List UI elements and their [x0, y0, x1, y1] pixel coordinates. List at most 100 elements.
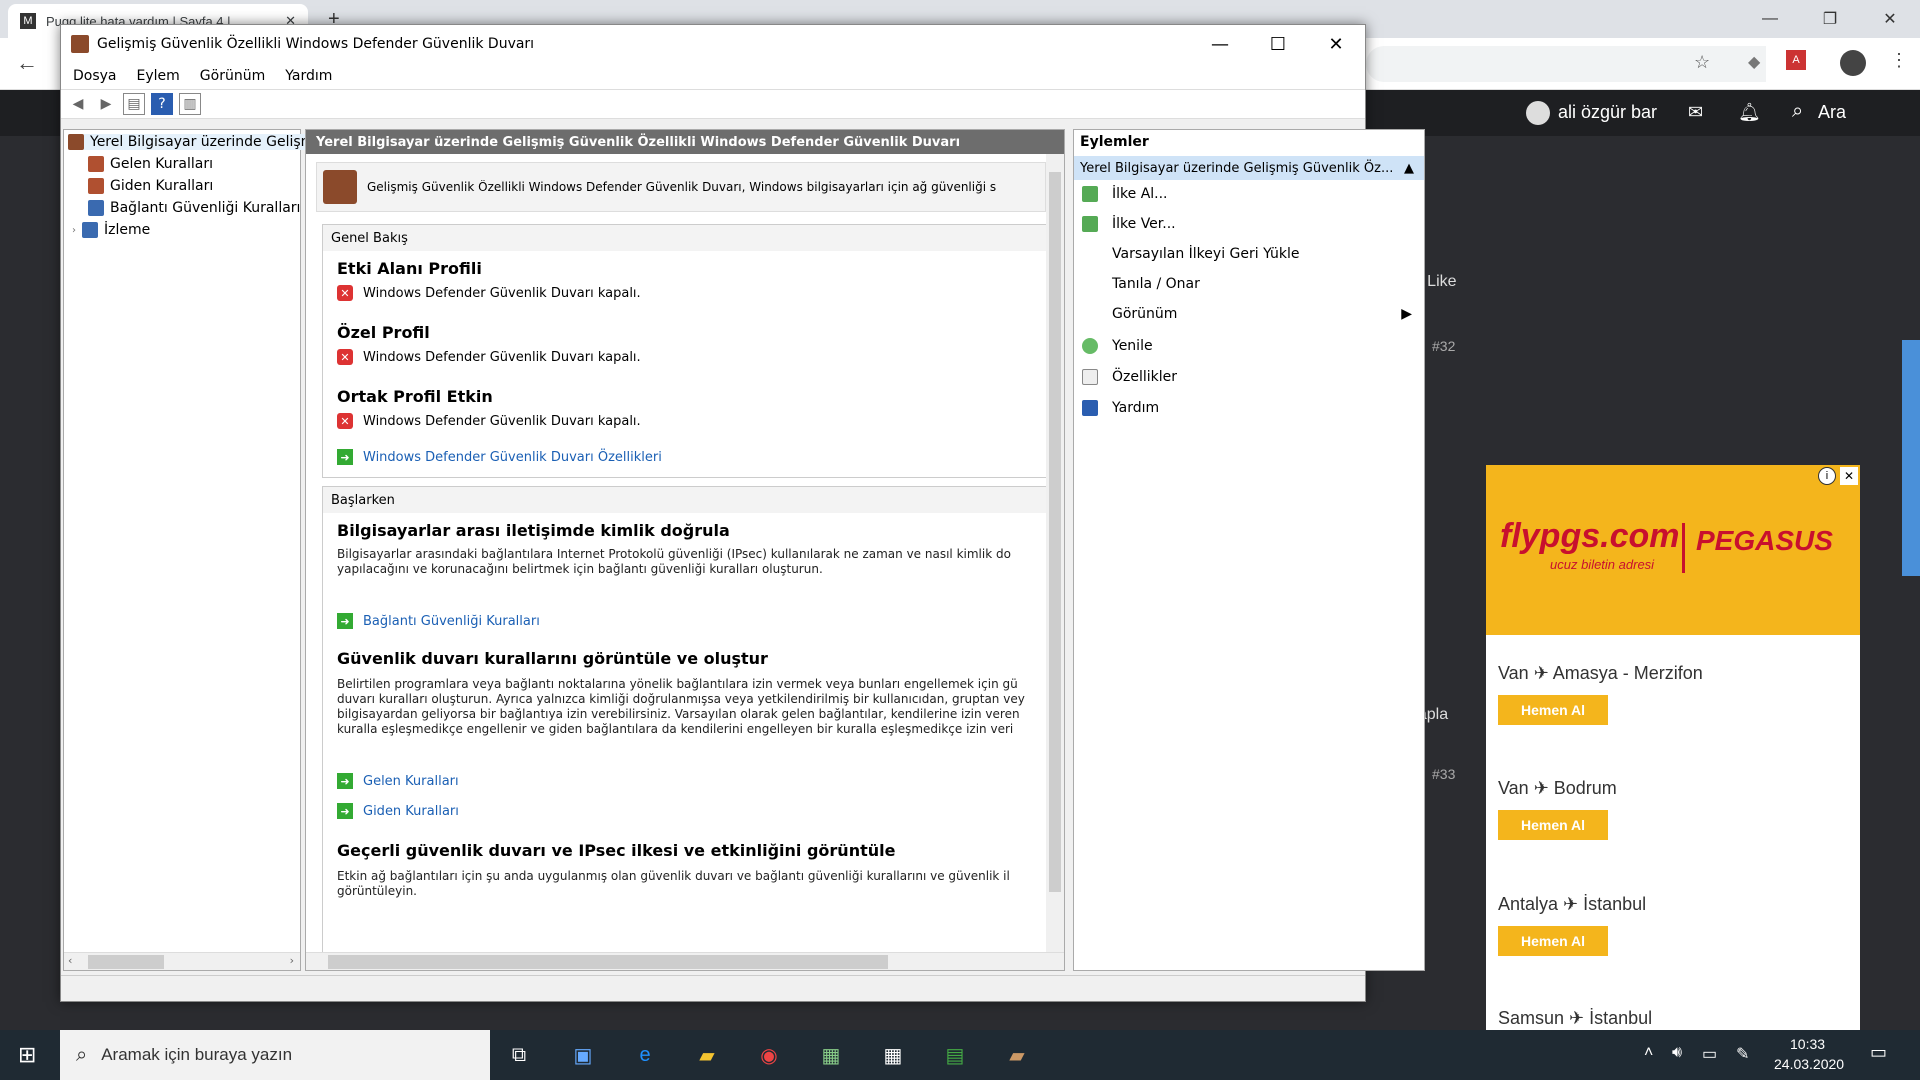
edge-icon[interactable]: e: [628, 1038, 662, 1072]
ad-buy-button[interactable]: Hemen Al: [1498, 810, 1608, 840]
profile-status: ✕ Windows Defender Güvenlik Duvarı kapal…: [337, 285, 641, 301]
pdf-extension-icon[interactable]: A: [1786, 50, 1806, 70]
mail-icon[interactable]: ✉: [1688, 102, 1703, 123]
menu-view[interactable]: Görünüm: [200, 68, 265, 84]
status-bar: [61, 975, 1365, 1001]
minimize-icon[interactable]: —: [1740, 0, 1800, 38]
maximize-icon[interactable]: ❐: [1800, 0, 1860, 38]
like-label: Like: [1427, 273, 1457, 290]
task-view-icon[interactable]: ⧉: [502, 1038, 536, 1072]
user-avatar[interactable]: [1526, 101, 1550, 125]
taskbar-search[interactable]: ⌕ Aramak için buraya yazın: [60, 1030, 490, 1080]
site-favicon-icon: M: [20, 13, 36, 29]
actions-pane: Eylemler Yerel Bilgisayar üzerinde Geliş…: [1073, 129, 1425, 971]
details-header: Yerel Bilgisayar üzerinde Gelişmiş Güven…: [306, 130, 1064, 154]
page-scrollbar[interactable]: [1902, 340, 1920, 576]
tree-item-inbound[interactable]: Gelen Kuralları: [88, 156, 213, 172]
search-label[interactable]: Ara: [1818, 102, 1846, 123]
scroll-left-icon[interactable]: ‹: [68, 954, 72, 967]
tray-chevron-icon[interactable]: ˄: [1644, 1044, 1653, 1062]
tree-root[interactable]: Yerel Bilgisayar üzerinde Gelişm: [68, 134, 315, 150]
ad-banner[interactable]: i ✕ flypgs.com PEGASUS ucuz biletin adre…: [1486, 465, 1860, 635]
actions-title: Eylemler: [1080, 134, 1149, 150]
maximize-icon[interactable]: ☐: [1249, 25, 1307, 63]
file-explorer-icon[interactable]: ▰: [690, 1038, 724, 1072]
user-name[interactable]: ali özgür bar: [1558, 102, 1657, 123]
extension-icon[interactable]: ◆: [1748, 52, 1760, 72]
action-restore-default[interactable]: Varsayılan İlkeyi Geri Yükle: [1082, 246, 1300, 262]
bookmark-star-icon[interactable]: ☆: [1694, 52, 1710, 73]
menu-file[interactable]: Dosya: [73, 68, 117, 84]
action-diagnose-repair[interactable]: Tanıla / Onar: [1082, 276, 1200, 292]
chrome-icon[interactable]: ◉: [752, 1038, 786, 1072]
collapse-icon[interactable]: ▲: [1404, 161, 1414, 176]
action-pane-icon[interactable]: ▥: [179, 93, 201, 115]
tree-item-outbound[interactable]: Giden Kuralları: [88, 178, 213, 194]
notification-icon[interactable]: ▭: [1870, 1042, 1887, 1063]
battery-icon[interactable]: ▭: [1702, 1044, 1717, 1064]
windows-start-icon[interactable]: ⊞: [18, 1042, 36, 1068]
properties-link[interactable]: ➜ Windows Defender Güvenlik Duvarı Özell…: [337, 449, 662, 465]
ad-info-icon[interactable]: i: [1818, 467, 1836, 485]
console-tree-icon[interactable]: ▤: [123, 93, 145, 115]
action-refresh[interactable]: Yenile: [1082, 338, 1153, 354]
action-export-policy[interactable]: İlke Ver...: [1082, 216, 1176, 232]
menu-help[interactable]: Yardım: [285, 68, 332, 84]
refresh-icon: [1082, 338, 1098, 354]
window-controls: — ☐ ✕: [1191, 25, 1365, 63]
search-placeholder: Aramak için buraya yazın: [101, 1045, 293, 1064]
scroll-thumb[interactable]: [328, 955, 888, 969]
clock-time[interactable]: 10:33: [1790, 1036, 1825, 1052]
expand-chevron-icon[interactable]: ›: [72, 225, 76, 236]
close-icon[interactable]: ✕: [1307, 25, 1365, 63]
action-help[interactable]: Yardım: [1082, 400, 1159, 416]
actions-group-header[interactable]: Yerel Bilgisayar üzerinde Gelişmiş Güven…: [1074, 156, 1424, 180]
taskbar: ⊞ ⌕ Aramak için buraya yazın ⧉ ▣ e ▰ ◉ ▦…: [0, 1030, 1920, 1080]
scroll-right-icon[interactable]: ›: [290, 954, 294, 967]
app-icon[interactable]: ▣: [566, 1038, 600, 1072]
volume-icon[interactable]: 🔊︎: [1672, 1044, 1682, 1062]
action-view[interactable]: Görünüm ▶: [1082, 306, 1412, 322]
tree-item-monitoring[interactable]: › İzleme: [72, 222, 150, 238]
back-arrow-icon[interactable]: ◀: [67, 93, 89, 115]
outbound-rules-link[interactable]: ➜ Giden Kuralları: [337, 803, 459, 819]
app-icon[interactable]: ▦: [814, 1038, 848, 1072]
forward-arrow-icon[interactable]: ▶: [95, 93, 117, 115]
tree-hscrollbar[interactable]: ‹ ›: [64, 952, 300, 970]
tree-item-connection-security[interactable]: Bağlantı Güvenliği Kuralları: [88, 200, 300, 216]
details-vscrollbar[interactable]: [1046, 154, 1064, 952]
firewall-window: Gelişmiş Güvenlik Özellikli Windows Defe…: [60, 24, 1425, 1002]
scroll-thumb[interactable]: [1049, 172, 1061, 892]
ad-close-icon[interactable]: ✕: [1840, 467, 1858, 485]
firewall-taskbar-icon[interactable]: ▰: [1000, 1038, 1034, 1072]
menu-action[interactable]: Eylem: [137, 68, 180, 84]
app-icon[interactable]: ▤: [938, 1038, 972, 1072]
firewall-large-icon: [323, 170, 357, 204]
details-hscrollbar[interactable]: [306, 952, 1064, 970]
chrome-menu-icon[interactable]: ⋮: [1890, 50, 1908, 71]
error-shield-icon: ✕: [337, 349, 353, 365]
calculator-icon[interactable]: ▦: [876, 1038, 910, 1072]
advertisement[interactable]: i ✕ flypgs.com PEGASUS ucuz biletin adre…: [1486, 465, 1860, 1030]
console-tree: Yerel Bilgisayar üzerinde Gelişm Gelen K…: [63, 129, 315, 971]
overview-section: Genel Bakış Etki Alanı Profili ✕ Windows…: [322, 224, 1048, 478]
network-icon[interactable]: ✎: [1736, 1044, 1749, 1064]
post-number-32[interactable]: #32: [1432, 338, 1455, 354]
minimize-icon[interactable]: —: [1191, 25, 1249, 63]
ad-buy-button[interactable]: Hemen Al: [1498, 926, 1608, 956]
connection-rules-link[interactable]: ➜ Bağlantı Güvenliği Kuralları: [337, 613, 540, 629]
post-number-33[interactable]: #33: [1432, 766, 1455, 782]
scroll-thumb[interactable]: [88, 955, 164, 969]
window-title-bar[interactable]: Gelişmiş Güvenlik Özellikli Windows Defe…: [61, 25, 1365, 63]
close-icon[interactable]: ✕: [1860, 0, 1920, 38]
back-icon[interactable]: ←: [16, 50, 38, 76]
help-icon[interactable]: ?: [151, 93, 173, 115]
clock-date[interactable]: 24.03.2020: [1774, 1056, 1844, 1072]
bell-icon[interactable]: 🔔︎: [1738, 102, 1761, 123]
ad-buy-button[interactable]: Hemen Al: [1498, 695, 1608, 725]
profile-avatar[interactable]: [1840, 50, 1866, 76]
inbound-rules-link[interactable]: ➜ Gelen Kuralları: [337, 773, 459, 789]
search-icon[interactable]: ⌕: [1792, 100, 1803, 123]
action-import-policy[interactable]: İlke Al...: [1082, 186, 1168, 202]
action-properties[interactable]: Özellikler: [1082, 369, 1177, 385]
